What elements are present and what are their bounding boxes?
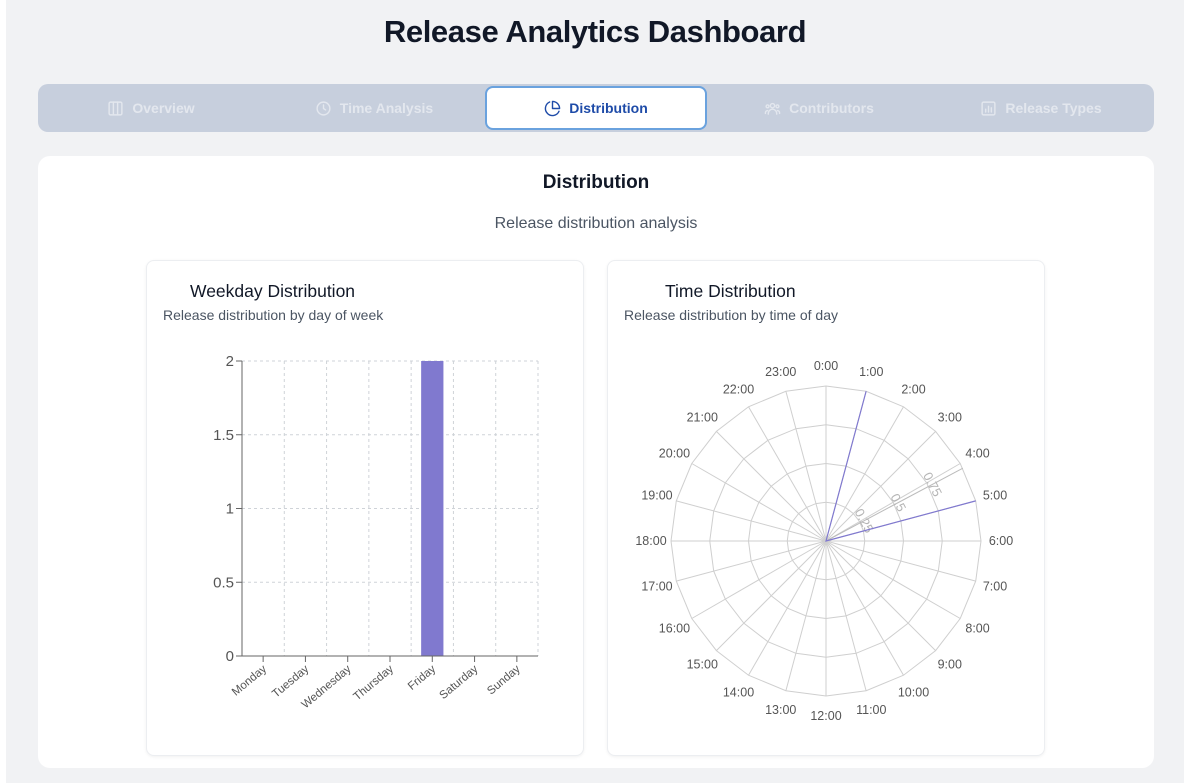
angle-label: 2:00 — [901, 382, 925, 396]
time-distribution-card: Time Distribution Release distribution b… — [607, 260, 1045, 756]
grid-spoke — [748, 540, 827, 676]
grid-spoke — [785, 391, 827, 542]
bar-grid — [241, 360, 539, 657]
y-tick-label: 2 — [226, 353, 234, 370]
clock-icon — [316, 100, 331, 116]
y-tick-label: 0 — [226, 648, 234, 665]
tab-label: Release Types — [1005, 100, 1102, 116]
panel-title: Distribution — [542, 172, 650, 193]
angle-label: 16:00 — [659, 622, 690, 636]
angle-label: 9:00 — [938, 658, 962, 672]
pie-chart-icon — [544, 100, 561, 116]
tab-release-types[interactable]: Release Types — [930, 86, 1152, 130]
angle-label: 14:00 — [723, 686, 754, 700]
angle-label: 18:00 — [635, 534, 666, 548]
angle-label: 3:00 — [938, 410, 962, 424]
tab-distribution[interactable]: Distribution — [485, 86, 707, 130]
panel-subtitle: Release distribution analysis — [494, 215, 698, 232]
angle-label: 21:00 — [687, 410, 718, 424]
columns-icon — [108, 100, 123, 116]
grid-spoke — [825, 540, 936, 651]
grid-spoke — [785, 540, 827, 691]
angle-label: 17:00 — [641, 579, 672, 593]
weekday-bar-chart: 00.511.52Monday TuesdayWednesdayThursday F… — [213, 353, 539, 711]
angle-label: 4:00 — [965, 447, 989, 461]
angle-label: 11:00 — [856, 703, 886, 717]
angle-label: 23:00 — [765, 365, 796, 379]
tab-label: Contributors — [789, 100, 874, 116]
angle-label: 12:00 — [810, 709, 841, 723]
x-tick-label: Friday — [406, 663, 438, 693]
bar-chart-icon — [981, 100, 996, 116]
angle-label: 5:00 — [983, 489, 1007, 503]
bar-friday — [421, 361, 444, 656]
app-root: Release Analytics Dashboard Overview Tim… — [6, 0, 1184, 783]
distribution-panel: Distribution Release distribution analys… — [38, 156, 1154, 768]
page-title: Release Analytics Dashboard — [383, 14, 807, 49]
grid-spoke — [716, 540, 827, 651]
grid-spoke — [676, 540, 827, 582]
grid-spoke — [748, 406, 827, 542]
tab-time-analysis[interactable]: Time Analysis — [263, 86, 485, 130]
tab-overview[interactable]: Overview — [40, 86, 262, 130]
tab-contributors[interactable]: Contributors — [708, 86, 930, 130]
y-tick-label: 0.5 — [213, 574, 234, 591]
x-tick-label: Monday — [230, 663, 269, 699]
grid-spoke — [825, 540, 867, 691]
angle-label: 7:00 — [983, 579, 1007, 593]
angle-label: 13:00 — [765, 703, 796, 717]
grid-spoke — [825, 540, 961, 619]
x-tick-label: Sunday — [485, 663, 523, 697]
time-radar-chart: 0:00 1:00 2:00 3:00 4:00 5:00 6:00 7:00 8:00 9:00… — [635, 359, 1013, 723]
angle-label: 10:00 — [898, 686, 929, 700]
grid-spoke — [716, 431, 827, 542]
grid-spoke — [825, 540, 904, 676]
weekday-distribution-card: Weekday Distribution Release distributio… — [146, 260, 584, 756]
angle-label: 20:00 — [659, 447, 690, 461]
grid-spoke — [691, 540, 827, 619]
y-tick-label: 1.5 — [213, 427, 234, 444]
angle-label: 6:00 — [989, 534, 1013, 548]
angle-label: 1:00 — [859, 365, 883, 379]
x-tick-label: Thursday — [351, 663, 396, 703]
angle-label: 15:00 — [687, 658, 718, 672]
grid-spoke — [825, 540, 976, 582]
grid-spoke — [691, 463, 827, 542]
y-tick-label: 1 — [226, 501, 234, 518]
angle-label: 8:00 — [965, 622, 989, 636]
tab-label: Overview — [132, 100, 195, 116]
grid-spoke — [676, 500, 827, 542]
x-tick-label: Saturday — [438, 663, 481, 702]
tab-bar: Overview Time Analysis Distribution Cont… — [38, 84, 1154, 132]
users-icon — [764, 102, 781, 115]
tab-label: Time Analysis — [339, 100, 434, 116]
angle-label: 0:00 — [814, 359, 838, 373]
angle-label: 22:00 — [723, 382, 754, 396]
grid-spoke — [825, 431, 936, 542]
x-tick-label: Tuesday — [270, 663, 311, 700]
tab-label: Distribution — [569, 100, 648, 116]
angle-label: 19:00 — [641, 489, 672, 503]
